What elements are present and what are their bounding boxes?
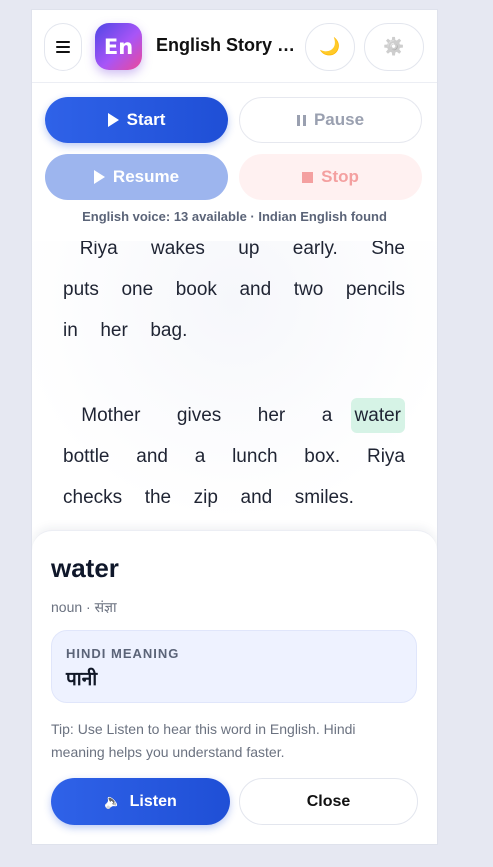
resume-label: Resume (112, 167, 180, 186)
settings-button[interactable]: ⚙️ (364, 23, 424, 71)
story-paragraph: Riya wakes up early. She puts one book a… (63, 241, 428, 341)
story-paragraph: Mother gives her a water bottle and a lu… (63, 395, 406, 518)
meaning-value: पानी (66, 668, 98, 690)
stop-icon (302, 171, 314, 183)
app-screen: En English Story Reader 🌙 ⚙️ Start Pause… (32, 10, 437, 844)
voice-status: English voice: 13 available · Indian Eng… (82, 209, 387, 224)
story-text-area[interactable]: Riya wakes up early. She puts one book a… (32, 241, 437, 541)
listen-label: Listen (129, 792, 177, 810)
start-label: Start (126, 110, 166, 129)
play-icon (93, 170, 105, 184)
close-label: Close (306, 792, 351, 810)
stop-label: Stop (321, 167, 359, 186)
playback-controls: Start Pause Resume Stop English voice: 1… (32, 83, 437, 242)
start-button[interactable]: Start (45, 97, 228, 143)
speaker-icon: 🔈 (104, 793, 122, 809)
tip-text: Tip: Use Listen to hear this word in Eng… (51, 721, 356, 760)
stop-button[interactable]: Stop (239, 154, 422, 200)
hamburger-menu-icon (56, 41, 70, 53)
app-title: English Story Reader (156, 35, 296, 55)
meaning-label: HINDI MEANING (66, 646, 180, 661)
story-text: Mother gives her a (63, 405, 351, 426)
word-detail-sheet: water noun · संज्ञा HINDI MEANING पानी T… (32, 530, 437, 844)
pause-button[interactable]: Pause (239, 97, 422, 143)
selected-word: water (51, 553, 119, 583)
menu-button[interactable] (44, 23, 82, 71)
hindi-meaning-box: HINDI MEANING पानी (51, 630, 417, 703)
app-logo: En (95, 23, 142, 70)
play-icon (107, 113, 119, 127)
highlighted-word[interactable]: water (350, 398, 406, 433)
gear-icon: ⚙️ (383, 37, 405, 57)
pause-label: Pause (313, 110, 365, 129)
listen-button[interactable]: 🔈 Listen (51, 778, 230, 825)
part-of-speech: noun · संज्ञा (51, 599, 117, 615)
theme-toggle-button[interactable]: 🌙 (305, 23, 355, 71)
close-button[interactable]: Close (239, 778, 418, 825)
pause-icon (296, 114, 306, 126)
moon-icon: 🌙 (319, 37, 341, 57)
resume-button[interactable]: Resume (45, 154, 228, 200)
app-header: En English Story Reader 🌙 ⚙️ (32, 10, 437, 83)
